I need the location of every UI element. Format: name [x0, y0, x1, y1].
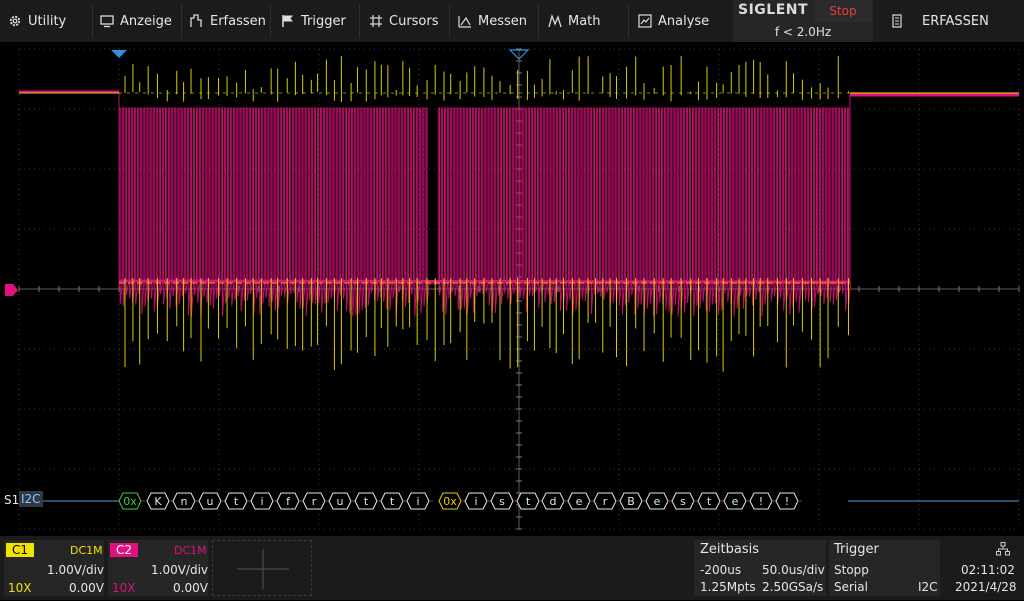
bottom-status-bar: C1 DC1M 1.00V/div 10X 0.00V C2 DC1M 1.00… [0, 536, 1024, 600]
menu-cursors[interactable]: Cursors [369, 0, 449, 42]
menu-divider [628, 4, 629, 38]
decode-frame-label: i [260, 495, 263, 508]
trigger-position-marker[interactable] [111, 50, 127, 58]
menu-divider [538, 4, 539, 38]
channel-1-scale: 1.00V/div [47, 563, 105, 577]
channel-1-coupling: DC1M [70, 544, 103, 557]
menu-analyse[interactable]: Analyse [638, 0, 728, 42]
channel-2-coupling: DC1M [174, 544, 207, 557]
analyse-icon [638, 14, 652, 28]
clock-date: 2021/4/28 [955, 580, 1017, 594]
menu-math[interactable]: Math [548, 0, 624, 42]
channel-2-tag: C2 [110, 543, 139, 557]
trigger-title: Trigger [834, 542, 879, 557]
display-icon [100, 15, 114, 28]
decode-frame-label: i [474, 495, 477, 508]
menu-divider [181, 4, 182, 38]
trigger-type: Serial [834, 580, 868, 594]
menu-divider [359, 4, 360, 38]
menu-trigger-label: Trigger [301, 13, 346, 29]
memory-depth: 1.25Mpts [700, 580, 756, 594]
brand-logo: SIGLENT [738, 2, 809, 18]
clock-time: 02:11:02 [961, 563, 1015, 577]
decode-frame-label: 0x [443, 495, 457, 508]
decode-frame-label: s [499, 495, 505, 508]
menu-utility[interactable]: Utility [8, 0, 92, 42]
menu-erfassen-right[interactable]: ERFASSEN [890, 0, 1020, 42]
menu-erfassen-label: Erfassen [210, 13, 266, 29]
menu-divider [92, 4, 93, 38]
add-channel-button[interactable] [212, 540, 312, 596]
decode-frame-label: t [234, 495, 239, 508]
sample-rate: 2.50GSa/s [762, 580, 824, 594]
document-icon [892, 14, 902, 28]
menu-math-label: Math [568, 13, 601, 29]
menu-erfassen[interactable]: Erfassen [190, 0, 276, 42]
plus-icon [237, 549, 289, 589]
timebase-delay: -200us [700, 563, 742, 577]
gear-icon [9, 15, 21, 27]
decode-frame-label: i [416, 495, 419, 508]
decode-frame-label: K [154, 495, 162, 508]
decode-frame-label: ! [785, 495, 789, 508]
decode-frame-label: t [526, 495, 531, 508]
decode-protocol-label[interactable]: I2C [19, 491, 43, 507]
decode-frame-label: r [312, 495, 317, 508]
trigger-state: Stopp [834, 563, 869, 577]
cursors-icon [370, 15, 382, 27]
timebase-scale: 50.0us/div [762, 563, 825, 577]
menu-utility-label: Utility [28, 13, 67, 29]
channel-2-scale: 1.00V/div [151, 563, 209, 577]
menu-messen[interactable]: Messen [458, 0, 538, 42]
menu-divider [449, 4, 450, 38]
channel-2-probe: 10X [112, 581, 136, 595]
channel-1-offset: 0.00V [69, 581, 104, 595]
waveform-display[interactable]: 0x Kn u t i f r u t t i 0x i s t d e r Be s t e!! S1 I2C [0, 42, 1024, 536]
waveform-canvas: 0x Kn u t i f r u t t i 0x i s t d e r Be s t e!! [5, 48, 1020, 530]
menu-divider [270, 4, 271, 38]
trigger-frequency: f < 2.0Hz [774, 25, 832, 39]
math-icon [548, 14, 562, 28]
channel-2-baseline [118, 279, 851, 284]
decode-frame-label: t [707, 495, 712, 508]
trigger-source: I2C [918, 580, 938, 594]
channel-2-offset: 0.00V [173, 581, 208, 595]
decode-frame-label: 0x [123, 495, 137, 508]
channel-1-probe: 10X [8, 581, 32, 595]
menu-anzeige[interactable]: Anzeige [100, 0, 182, 42]
decode-frame-label: e [732, 495, 739, 508]
channel-1-tag: C1 [6, 543, 35, 557]
decode-slot-label: S1 [4, 493, 20, 507]
decode-frame-label: s [680, 495, 686, 508]
channel-2-offset-marker[interactable] [5, 284, 18, 296]
decode-frame-label: t [364, 495, 369, 508]
timebase-title: Zeitbasis [700, 542, 759, 557]
decode-frame-label: n [181, 495, 188, 508]
menu-cursors-label: Cursors [389, 13, 439, 29]
i2c-decode-bus: 0x Kn u t i f r u t t i 0x i s t d e r Be s t e!! [40, 492, 1019, 510]
menu-trigger[interactable]: Trigger [281, 0, 361, 42]
menu-erfassen-right-label: ERFASSEN [922, 13, 989, 29]
decode-frame-label: u [337, 495, 344, 508]
decode-frame-label: ! [759, 495, 763, 508]
menu-anzeige-label: Anzeige [120, 13, 172, 29]
decode-frame-label: r [603, 495, 608, 508]
menu-analyse-label: Analyse [658, 13, 710, 29]
decode-frame-label: e [576, 495, 583, 508]
menu-messen-label: Messen [478, 13, 527, 29]
decode-frame-label: d [550, 495, 557, 508]
decode-frame-label: e [654, 495, 661, 508]
run-stop-status[interactable]: Stop [814, 0, 872, 22]
measure-icon [458, 16, 471, 28]
acquire-icon [190, 14, 202, 27]
top-menu-bar: Utility Anzeige Erfassen Trigger Cursors… [0, 0, 1024, 42]
network-icon[interactable] [996, 542, 1010, 556]
decode-frame-label: t [390, 495, 395, 508]
decode-frame-label: B [627, 495, 635, 508]
flag-icon [282, 15, 293, 27]
decode-frame-label: u [207, 495, 214, 508]
